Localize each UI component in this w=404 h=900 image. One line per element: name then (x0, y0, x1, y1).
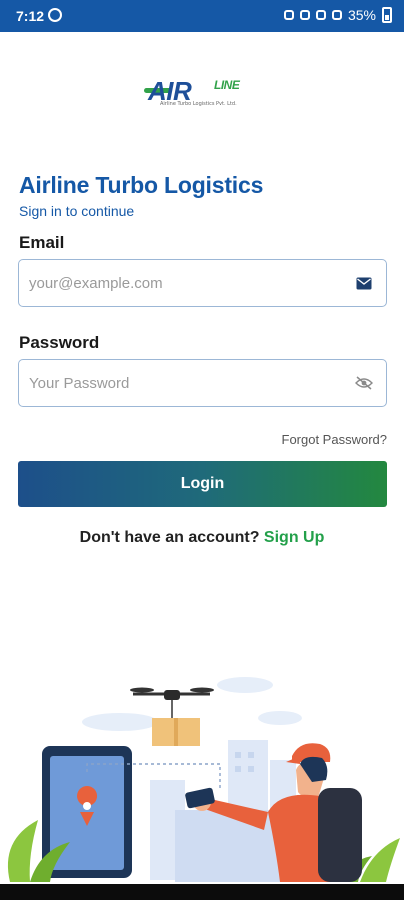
forgot-password-link[interactable]: Forgot Password? (282, 432, 388, 447)
alarm-icon (283, 10, 294, 20)
signup-prompt: Don't have an account? (79, 529, 260, 546)
email-label: Email (19, 233, 65, 252)
bluetooth-icon (299, 10, 310, 20)
whatsapp-icon (48, 8, 62, 22)
logo-tagline: Airline Turbo Logistics Pvt. Ltd. (160, 101, 237, 107)
email-input[interactable] (19, 260, 354, 306)
battery-percent: 35% (347, 7, 376, 23)
status-time: 7:12 (16, 8, 45, 24)
logo-text-accent: LINE (214, 78, 240, 92)
status-icons: 35% (283, 7, 392, 23)
company-logo: AIR LINE Airline Turbo Logistics Pvt. Ltd… (144, 76, 258, 107)
password-label: Password (19, 333, 100, 352)
system-nav-bar (0, 884, 404, 900)
delivery-illustration (7, 677, 400, 882)
envelope-icon (354, 273, 374, 293)
password-input[interactable] (19, 360, 354, 406)
password-field-container[interactable] (18, 359, 387, 407)
eye-off-icon[interactable] (354, 373, 374, 393)
wifi-icon (315, 10, 326, 20)
signup-link[interactable]: Sign Up (264, 529, 324, 546)
login-button[interactable]: Login (18, 461, 387, 507)
signup-row: Don't have an account? Sign Up (0, 529, 404, 547)
page-subtitle: Sign in to continue (19, 203, 135, 219)
status-bar: 7:12 35% (0, 0, 404, 32)
email-field-container[interactable] (18, 259, 387, 307)
battery-icon (382, 7, 392, 23)
page-title: Airline Turbo Logistics (19, 172, 264, 198)
signal-icon (331, 10, 342, 20)
